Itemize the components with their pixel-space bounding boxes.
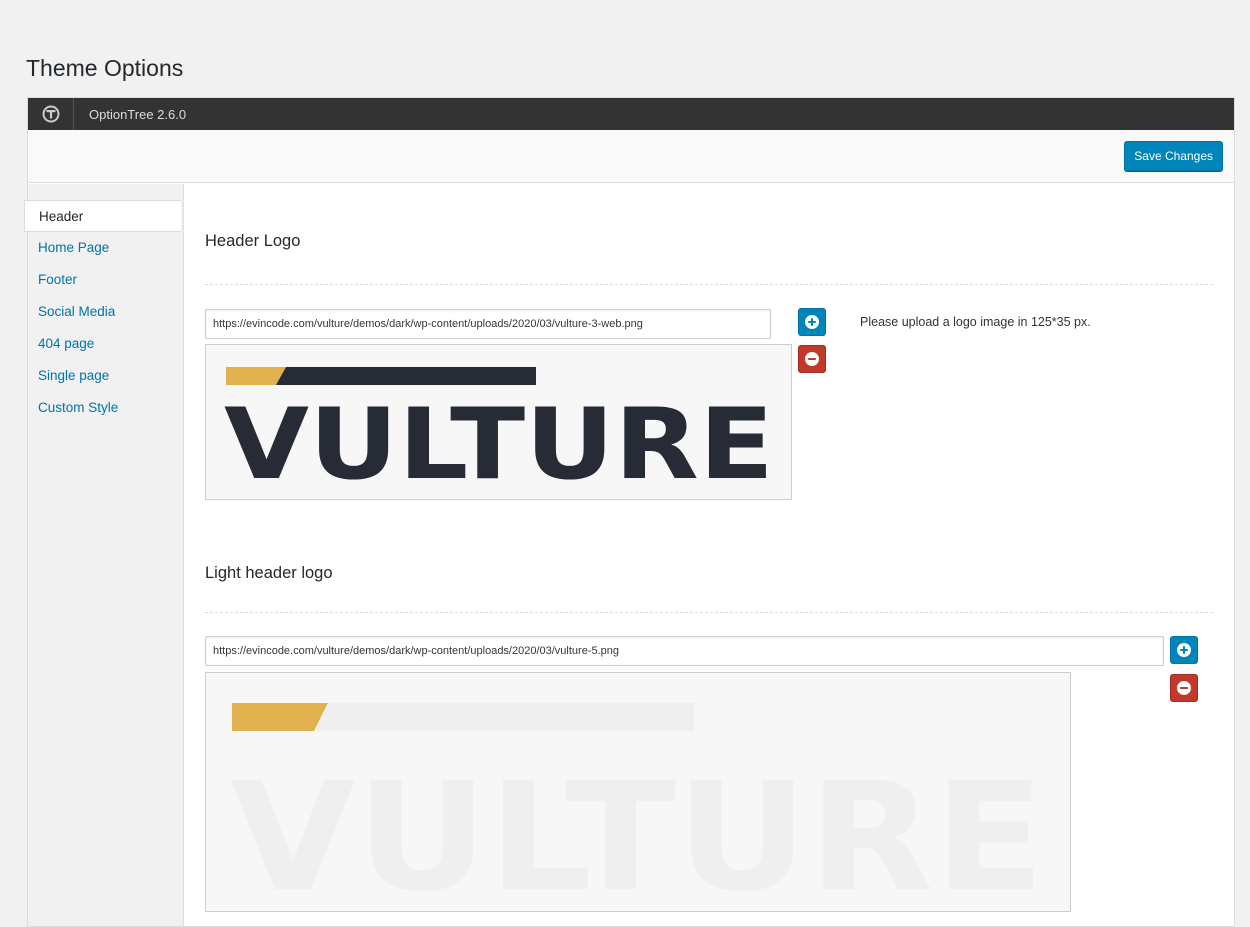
field-divider bbox=[205, 284, 1213, 285]
page-title: Theme Options bbox=[26, 55, 184, 81]
sidebar-item-home-page[interactable]: Home Page bbox=[28, 232, 183, 264]
header-logo-text: VULTURE bbox=[224, 388, 774, 500]
light-header-logo-text: VULTURE bbox=[230, 751, 1045, 912]
sidebar-item-footer[interactable]: Footer bbox=[28, 264, 183, 296]
options-header: Save Changes bbox=[28, 130, 1234, 183]
sidebar-item-single-page[interactable]: Single page bbox=[28, 360, 183, 392]
light-header-logo-preview: VULTURE bbox=[205, 672, 1071, 912]
field-divider bbox=[205, 612, 1213, 613]
plus-circle-icon bbox=[1177, 643, 1191, 657]
save-changes-button[interactable]: Save Changes bbox=[1124, 141, 1223, 171]
option-tree-wrap: OptionTree 2.6.0 Save Changes Header Hom… bbox=[24, 97, 1235, 927]
sidebar-nav: Header Home Page Footer Social Media 404… bbox=[24, 200, 183, 424]
sidebar-item-404-page[interactable]: 404 page bbox=[28, 328, 183, 360]
sidebar-item-header[interactable]: Header bbox=[24, 200, 181, 232]
header-logo-description: Please upload a logo image in 125*35 px. bbox=[860, 315, 1091, 329]
plus-circle-icon bbox=[805, 315, 819, 329]
light-logo-upload-button[interactable] bbox=[1170, 636, 1198, 664]
minus-circle-icon bbox=[1177, 681, 1191, 695]
option-tree-topbar: OptionTree 2.6.0 bbox=[28, 98, 1234, 130]
header-logo-image: VULTURE bbox=[224, 367, 774, 500]
field-title-header-logo: Header Logo bbox=[205, 232, 301, 250]
minus-circle-icon bbox=[805, 352, 819, 366]
header-logo-url-input[interactable]: https://evincode.com/vulture/demos/dark/… bbox=[205, 309, 771, 339]
version-label: OptionTree 2.6.0 bbox=[89, 106, 187, 122]
sidebar-item-social-media[interactable]: Social Media bbox=[28, 296, 183, 328]
header-logo-upload-button[interactable] bbox=[798, 308, 826, 336]
light-header-logo-image: VULTURE bbox=[230, 703, 1045, 912]
options-content: Header Logo https://evincode.com/vulture… bbox=[184, 184, 1234, 926]
field-title-light-header-logo: Light header logo bbox=[205, 564, 333, 582]
light-header-logo-url-input[interactable]: https://evincode.com/vulture/demos/dark/… bbox=[205, 636, 1164, 666]
options-sidebar: Header Home Page Footer Social Media 404… bbox=[24, 184, 184, 926]
header-logo-preview: VULTURE bbox=[205, 344, 792, 500]
light-logo-remove-button[interactable] bbox=[1170, 674, 1198, 702]
optiontree-logo-icon bbox=[28, 98, 74, 130]
header-logo-remove-button[interactable] bbox=[798, 345, 826, 373]
sidebar-item-custom-style[interactable]: Custom Style bbox=[28, 392, 183, 424]
